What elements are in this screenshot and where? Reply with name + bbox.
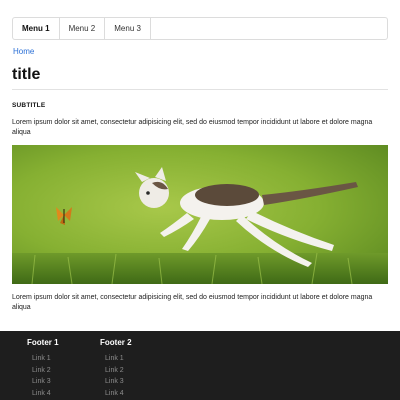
footer-heading: Footer 1: [27, 338, 59, 347]
body-paragraph: Lorem ipsum dolor sit amet, consectetur …: [12, 294, 373, 311]
footer-link[interactable]: Link 1: [27, 353, 59, 365]
hero-image: [12, 145, 388, 284]
footer-link[interactable]: Link 2: [100, 365, 132, 377]
menu-item-1[interactable]: Menu 1: [13, 18, 60, 39]
footer-link[interactable]: Link 1: [100, 353, 132, 365]
page-subtitle: SUBTITLE: [12, 102, 46, 109]
kitten-butterfly-photo-icon: [12, 145, 388, 284]
menu-item-3[interactable]: Menu 3: [105, 18, 151, 39]
footer: Footer 1 Link 1 Link 2 Link 3 Link 4 Foo…: [0, 331, 400, 400]
footer-link[interactable]: Link 3: [100, 376, 132, 388]
breadcrumb-home-link[interactable]: Home: [13, 47, 34, 56]
footer-column-1: Footer 1 Link 1 Link 2 Link 3 Link 4: [27, 338, 59, 399]
footer-heading: Footer 2: [100, 338, 132, 347]
footer-column-2: Footer 2 Link 1 Link 2 Link 3 Link 4: [100, 338, 132, 399]
footer-link[interactable]: Link 3: [27, 376, 59, 388]
footer-link[interactable]: Link 2: [27, 365, 59, 377]
intro-paragraph: Lorem ipsum dolor sit amet, consectetur …: [12, 119, 373, 136]
title-divider: [12, 89, 388, 90]
top-menu: Menu 1 Menu 2 Menu 3: [12, 17, 388, 40]
footer-link[interactable]: Link 4: [27, 388, 59, 400]
menu-item-2[interactable]: Menu 2: [60, 18, 106, 39]
page-title: title: [12, 66, 41, 83]
footer-link[interactable]: Link 4: [100, 388, 132, 400]
